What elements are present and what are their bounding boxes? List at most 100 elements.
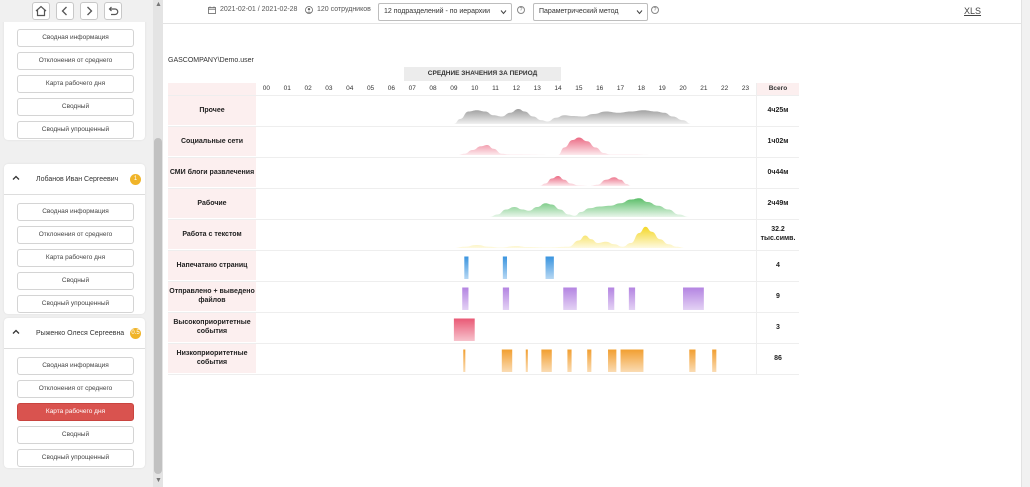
employee-card-header[interactable]: Лобанов Иван Сергеевич 1 <box>4 164 145 194</box>
sidebar-scrollbar[interactable]: ▲ ▼ <box>153 0 163 487</box>
row-total: 32.2 тыс.симв. <box>760 226 796 242</box>
card-divider <box>4 348 145 349</box>
grid-border <box>756 83 757 374</box>
total-header: Всего <box>757 83 799 95</box>
row-label: Напечатано страниц <box>168 250 256 280</box>
hour-header: 09 <box>450 85 458 92</box>
report-button[interactable]: Сводный упрощенный <box>17 449 134 467</box>
employees-count: 120 сотрудников <box>317 6 371 13</box>
hour-header: 22 <box>721 85 729 92</box>
report-button[interactable]: Сводный <box>17 98 134 116</box>
scroll-down-icon[interactable]: ▼ <box>155 477 162 484</box>
home-icon <box>35 5 46 17</box>
main-scrollbar[interactable] <box>1021 0 1030 487</box>
employee-score-badge: 1 <box>130 173 141 185</box>
series-bar <box>462 287 469 310</box>
series-bar <box>567 349 572 372</box>
series-bar <box>463 349 466 372</box>
chevron-up-icon[interactable] <box>12 328 20 336</box>
row-total: 3 <box>776 323 780 331</box>
hour-header: 05 <box>366 85 375 92</box>
report-button[interactable]: Сводный <box>17 272 134 290</box>
hour-header: 02 <box>304 85 312 92</box>
undo-button[interactable] <box>103 2 122 20</box>
series-bar <box>620 349 644 372</box>
user-path: GASCOMPANY\Demo.user <box>168 57 254 64</box>
nav-toolbar <box>0 0 153 22</box>
hour-header: 23 <box>741 85 750 92</box>
hour-header: 14 <box>554 85 562 92</box>
top-toolbar: 2021-02-01 / 2021-02-28 120 сотрудников … <box>163 0 1030 24</box>
series-bar <box>464 256 469 279</box>
report-button[interactable]: Сводная информация <box>17 357 134 375</box>
report-button[interactable]: Сводный упрощенный <box>17 295 134 313</box>
hour-header: 18 <box>637 85 645 92</box>
sidebar: Павлова Алина СергеевнаСводная информаци… <box>0 0 163 487</box>
report-button[interactable]: Сводная информация <box>17 203 134 221</box>
hour-header: 06 <box>387 85 395 92</box>
hour-header: 12 <box>512 85 520 92</box>
method-select[interactable]: Параметрический метод <box>533 3 648 21</box>
row-label: Высокоприоритетные события <box>168 312 256 342</box>
employee-score-badge: 0.5 <box>130 327 141 339</box>
hour-header: 21 <box>700 85 708 92</box>
home-button[interactable] <box>31 2 50 20</box>
chevron-left-icon <box>61 6 67 16</box>
hour-header: 16 <box>596 85 604 92</box>
employee-card: Рыженко Олеся Сергеевна 0.5 Сводная информ… <box>4 318 145 468</box>
sidebar-scroll-thumb[interactable] <box>154 138 162 474</box>
report-button[interactable]: Отклонения от среднего <box>17 52 134 70</box>
xls-export-link[interactable]: XLS <box>964 6 981 16</box>
chart-title: СРЕДНИЕ ЗНАЧЕНИЯ ЗА ПЕРИОД <box>404 67 561 81</box>
departments-select-value: 12 подразделений - по иерархии <box>384 8 491 15</box>
forward-button[interactable] <box>79 2 98 20</box>
series-bar <box>683 287 704 310</box>
series-bar <box>502 256 508 279</box>
report-button[interactable]: Карта рабочего дня <box>17 403 134 421</box>
report-button[interactable]: Карта рабочего дня <box>17 249 134 267</box>
series-bar <box>689 349 696 372</box>
help-icon[interactable]: ? <box>517 6 525 14</box>
departments-select[interactable]: 12 подразделений - по иерархии <box>378 3 512 21</box>
chevron-right-icon <box>86 6 92 16</box>
chevron-up-icon[interactable] <box>12 174 20 182</box>
series-bar <box>545 256 554 279</box>
chevron-down-icon <box>500 10 507 15</box>
back-button[interactable] <box>55 2 74 20</box>
hour-header: 19 <box>658 85 666 92</box>
series-area <box>539 176 631 186</box>
help-icon[interactable]: ? <box>651 6 659 14</box>
employee-name: Лобанов Иван Сергеевич <box>36 175 119 183</box>
row-total: 86 <box>774 354 782 362</box>
row-label: Низкоприоритетные события <box>168 343 256 373</box>
employee-card-header[interactable]: Рыженко Олеся Сергеевна 0.5 <box>4 318 145 348</box>
series-bar <box>541 349 552 372</box>
series-bar <box>453 318 475 341</box>
hour-header: 20 <box>679 85 687 92</box>
undo-icon <box>108 6 118 16</box>
report-button[interactable]: Сводная информация <box>17 29 134 47</box>
row-label: СМИ блоги развлечения <box>168 157 256 187</box>
method-select-value: Параметрический метод <box>539 8 619 15</box>
report-button[interactable]: Сводный <box>17 426 134 444</box>
series-bar <box>525 349 528 372</box>
series-bar <box>563 287 577 310</box>
series-bar <box>608 349 617 372</box>
row-label: Отправлено + выведено файлов <box>168 281 256 311</box>
row-total: 0ч44м <box>767 168 789 176</box>
report-button[interactable]: Сводный упрощенный <box>17 121 134 139</box>
series-bar <box>608 287 615 310</box>
series-bar <box>587 349 592 372</box>
report-button[interactable]: Отклонения от среднего <box>17 226 134 244</box>
hour-header: 10 <box>471 85 479 92</box>
user-icon <box>305 6 313 14</box>
date-range[interactable]: 2021-02-01 / 2021-02-28 <box>220 6 297 13</box>
scroll-up-icon[interactable]: ▲ <box>155 1 162 8</box>
employee-card: Лобанов Иван Сергеевич 1 Сводная информаци… <box>4 164 145 314</box>
report-button[interactable]: Отклонения от среднего <box>17 380 134 398</box>
row-label: Работа с текстом <box>168 219 256 249</box>
report-button[interactable]: Карта рабочего дня <box>17 75 134 93</box>
row-total: 9 <box>776 292 780 300</box>
series-area <box>458 137 652 155</box>
hour-header: 04 <box>346 85 354 92</box>
